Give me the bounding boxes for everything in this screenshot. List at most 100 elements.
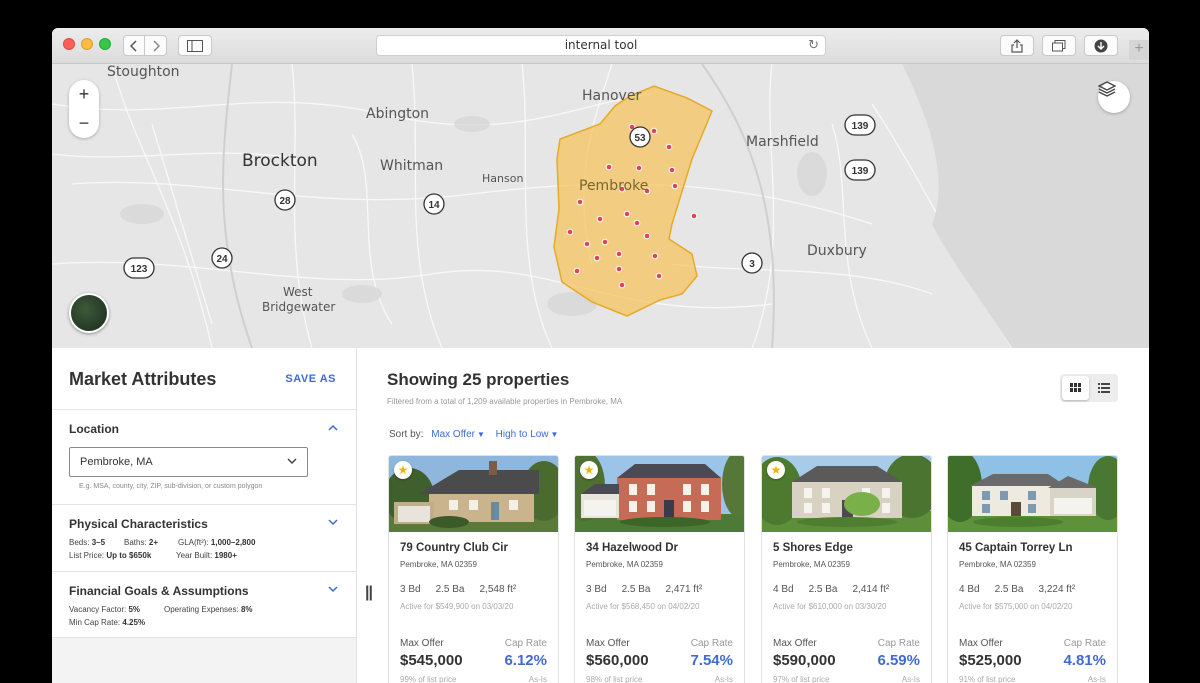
svg-text:123: 123: [131, 264, 148, 275]
max-offer-value: $560,000: [586, 652, 649, 669]
forward-button[interactable]: [145, 35, 167, 56]
star-icon[interactable]: ★: [394, 461, 412, 479]
grid-icon: [1070, 383, 1081, 392]
route-shields: 28 14 24 123 53 3 139 139: [123, 114, 876, 279]
caret-down-icon: ▼: [550, 430, 559, 439]
property-card[interactable]: ★ 5 Shores Edge Pembroke, MA 02359 4 Bd 2…: [761, 455, 932, 683]
star-icon[interactable]: ★: [767, 461, 785, 479]
close-window-button[interactable]: [63, 38, 75, 50]
back-button[interactable]: [123, 35, 145, 56]
location-section: Location Pembroke, MA E.g. MSA, county, …: [52, 410, 356, 505]
zoom-in-button[interactable]: +: [69, 80, 99, 109]
minimize-window-button[interactable]: [81, 38, 93, 50]
sort-field-dropdown[interactable]: Max Offer: [431, 429, 475, 440]
svg-text:3: 3: [749, 259, 755, 270]
property-address: 79 Country Club Cir: [400, 542, 508, 554]
property-specs: 3 Bd 2.5 Ba 2,548 ft²: [400, 584, 531, 595]
browser-window: internal tool ↻ + Stoughton Abington Han…: [52, 28, 1149, 683]
sidebar-toggle-button[interactable]: [178, 35, 212, 56]
max-offer-label: Max Offer: [959, 638, 1003, 649]
route-shield-123: 123: [123, 257, 155, 279]
new-tab-button[interactable]: +: [1129, 40, 1149, 60]
property-card[interactable]: 45 Captain Torrey Ln Pembroke, MA 02359 …: [947, 455, 1118, 683]
beds-attr: Beds: 3–5: [69, 538, 106, 547]
save-as-button[interactable]: SAVE AS: [285, 373, 336, 385]
physical-characteristics-section: Physical Characteristics Beds: 3–5 Baths…: [52, 505, 356, 572]
percent-of-list: 98% of list price: [586, 675, 643, 683]
tabs-overview-button[interactable]: [1042, 35, 1076, 56]
downloads-button[interactable]: [1084, 35, 1118, 56]
property-city: Pembroke, MA 02359: [773, 560, 850, 569]
route-shield-139a: 139: [844, 114, 876, 136]
property-card[interactable]: ★ 79 Country Club Cir Pembroke, MA 02359…: [388, 455, 559, 683]
sidebar-icon: [187, 39, 203, 52]
list-view-button[interactable]: [1090, 376, 1117, 400]
condition-label: As-Is: [901, 675, 920, 683]
property-specs: 4 Bd 2.5 Ba 2,414 ft²: [773, 584, 904, 595]
svg-text:139: 139: [852, 121, 869, 132]
chevron-down-icon[interactable]: [328, 584, 338, 596]
zoom-control: + −: [69, 80, 99, 138]
physical-section-title[interactable]: Physical Characteristics: [69, 517, 208, 531]
map-layers-button[interactable]: [1098, 81, 1130, 113]
property-beds: 4 Bd: [773, 584, 794, 595]
route-shield-24: 24: [211, 247, 233, 269]
satellite-view-toggle[interactable]: [69, 293, 109, 333]
property-active-status: Active for $549,900 on 03/03/20: [400, 602, 514, 611]
property-card[interactable]: ★ 34 Hazelwood Dr Pembroke, MA 02359 3 B…: [574, 455, 745, 683]
financial-goals-section: Financial Goals & Assumptions Vacancy Fa…: [52, 572, 356, 638]
zoom-out-button[interactable]: −: [69, 109, 99, 138]
cap-rate-label: Cap Rate: [504, 638, 547, 649]
property-baths: 2.5 Ba: [808, 584, 838, 595]
address-bar[interactable]: internal tool ↻: [376, 35, 826, 56]
svg-text:53: 53: [634, 133, 646, 144]
property-area: 2,414 ft²: [852, 584, 890, 595]
caret-down-icon: ▼: [476, 430, 485, 439]
gla-attr: GLA(ft²): 1,000–2,800: [178, 538, 256, 547]
chevron-up-icon[interactable]: [328, 422, 338, 434]
grid-view-button[interactable]: [1062, 376, 1089, 400]
route-shield-28: 28: [274, 189, 296, 211]
results-subtitle: Filtered from a total of 1,209 available…: [387, 397, 623, 406]
resize-handle-icon[interactable]: ||: [365, 584, 373, 602]
cap-rate-label: Cap Rate: [1063, 638, 1106, 649]
map-view[interactable]: Stoughton Abington Hanover Brockton Whit…: [52, 64, 1149, 348]
sort-bar: Sort by: Max Offer ▼ High to Low ▼: [389, 429, 566, 440]
route-shield-53: 53: [629, 126, 651, 148]
cap-rate-label: Cap Rate: [690, 638, 733, 649]
cap-rate-value: 6.59%: [877, 652, 920, 669]
property-baths: 2.5 Ba: [621, 584, 651, 595]
zoom-window-button[interactable]: [99, 38, 111, 50]
percent-of-list: 97% of list price: [773, 675, 830, 683]
cap-rate-label: Cap Rate: [877, 638, 920, 649]
max-offer-value: $590,000: [773, 652, 836, 669]
svg-text:14: 14: [428, 200, 440, 211]
max-offer-value: $545,000: [400, 652, 463, 669]
sort-order-dropdown[interactable]: High to Low: [496, 429, 549, 440]
property-beds: 4 Bd: [959, 584, 980, 595]
reload-icon[interactable]: ↻: [808, 36, 819, 55]
share-icon: [1011, 38, 1023, 53]
location-select[interactable]: Pembroke, MA: [69, 447, 308, 477]
cap-rate-value: 4.81%: [1063, 652, 1106, 669]
property-beds: 3 Bd: [586, 584, 607, 595]
min-cap-attr: Min Cap Rate: 4.25%: [69, 618, 146, 627]
chevron-down-icon[interactable]: [328, 517, 338, 529]
results-title: Showing 25 properties: [387, 370, 570, 389]
share-button[interactable]: [1000, 35, 1034, 56]
route-shield-14: 14: [423, 193, 445, 215]
property-baths: 2.5 Ba: [994, 584, 1024, 595]
panel-title: Market Attributes: [69, 369, 217, 389]
property-beds: 3 Bd: [400, 584, 421, 595]
star-icon[interactable]: ★: [580, 461, 598, 479]
svg-text:139: 139: [852, 166, 869, 177]
market-attributes-panel: Market Attributes SAVE AS Location Pembr…: [52, 348, 357, 683]
property-area: 3,224 ft²: [1038, 584, 1076, 595]
max-offer-label: Max Offer: [400, 638, 444, 649]
condition-label: As-Is: [1087, 675, 1106, 683]
property-photo: ★: [575, 456, 744, 532]
property-city: Pembroke, MA 02359: [959, 560, 1036, 569]
cap-rate-value: 6.12%: [504, 652, 547, 669]
financial-section-title[interactable]: Financial Goals & Assumptions: [69, 584, 249, 598]
location-section-title[interactable]: Location: [69, 422, 119, 436]
